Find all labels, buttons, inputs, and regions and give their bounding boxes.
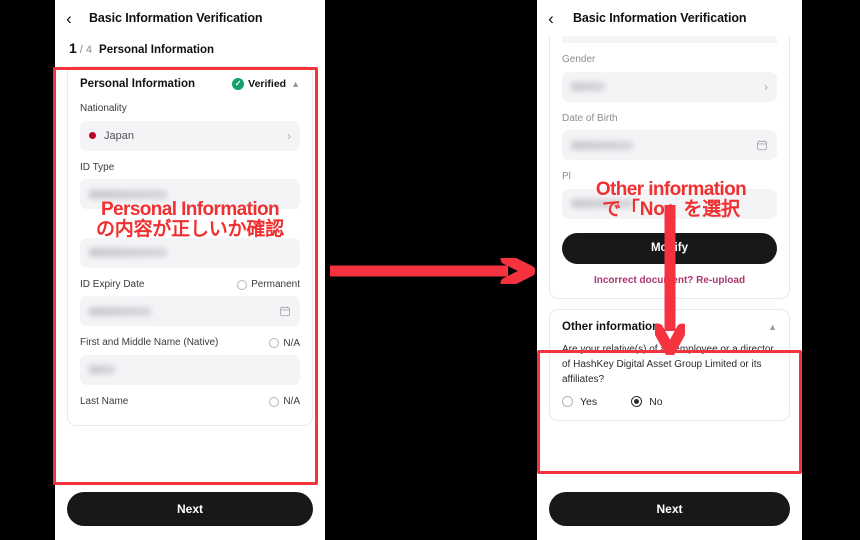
gender-select[interactable]: ›	[562, 71, 777, 102]
left-phone-panel: ‹ Basic Information Verification 1 / 4 P…	[55, 0, 325, 540]
field-label-id-expiry-date: ID Expiry Date	[80, 278, 145, 290]
field-id-type: ID Type	[80, 161, 300, 209]
chevron-left-icon[interactable]: ‹	[55, 10, 83, 27]
check-circle-icon: ✓	[232, 78, 245, 90]
next-button[interactable]: Next	[67, 492, 313, 526]
left-scroll-body[interactable]: Personal Information ✓ Verified ▲ Nation…	[55, 66, 325, 488]
personal-information-card: Personal Information ✓ Verified ▲ Nation…	[67, 66, 313, 426]
field-nationality: Nationality Japan ›	[80, 103, 300, 151]
first-middle-name-native-input[interactable]	[80, 354, 300, 385]
left-step-indicator: 1 / 4 Personal Information	[55, 36, 325, 66]
verified-label: Verified	[248, 78, 287, 90]
field-label-id-type: ID Type	[80, 161, 115, 173]
id-number-input[interactable]	[80, 237, 300, 268]
other-information-header[interactable]: Other information ▲	[562, 321, 777, 333]
gender-value-redacted	[571, 82, 605, 91]
nationality-select[interactable]: Japan ›	[80, 120, 300, 151]
first-middle-name-value-redacted	[89, 365, 115, 374]
other-information-question: Are your relative(s) of an employee or a…	[562, 343, 774, 385]
field-place-of-birth: Pl	[562, 171, 777, 219]
right-scroll-body[interactable]: Gender › Date of Birth Pl Modify Incorre…	[537, 36, 802, 484]
radio-icon-no	[631, 396, 643, 407]
other-information-title: Other information	[562, 320, 660, 333]
radio-icon-permanent	[237, 279, 248, 290]
status-badge: ✓ Verified	[232, 78, 286, 90]
date-of-birth-input[interactable]	[562, 130, 777, 160]
next-button[interactable]: Next	[549, 492, 790, 526]
field-label-date-of-birth: Date of Birth	[562, 112, 618, 124]
personal-information-card-continued: Gender › Date of Birth Pl Modify Incorre…	[549, 36, 790, 299]
right-phone-panel: ‹ Basic Information Verification Gender …	[537, 0, 802, 540]
right-bottom-bar: Next	[537, 484, 802, 540]
field-first-middle-name-native: First and Middle Name (Native) N/A	[80, 337, 300, 385]
field-label-gender: Gender	[562, 54, 596, 65]
date-of-birth-value-redacted	[571, 140, 633, 150]
chevron-up-icon[interactable]: ▲	[291, 79, 300, 89]
radio-option-yes[interactable]: Yes	[562, 396, 597, 408]
right-nav-title: Basic Information Verification	[573, 11, 747, 25]
chevron-left-icon[interactable]: ‹	[537, 10, 565, 27]
left-nav-title: Basic Information Verification	[89, 11, 263, 25]
radio-label-no: No	[649, 395, 663, 408]
id-type-value-redacted	[89, 189, 167, 199]
chevron-right-icon: ›	[764, 79, 768, 94]
step-current: 1	[69, 40, 77, 56]
permanent-label: Permanent	[251, 279, 300, 291]
field-id-expiry-date: ID Expiry Date Permanent	[80, 278, 300, 326]
field-last-name: Last Name N/A	[80, 396, 300, 409]
step-total: / 4	[79, 44, 93, 56]
personal-information-card-header[interactable]: Personal Information ✓ Verified ▲	[80, 78, 300, 90]
calendar-icon[interactable]	[279, 305, 291, 317]
field-date-of-birth: Date of Birth	[562, 112, 777, 160]
place-of-birth-value-redacted	[571, 199, 633, 208]
field-label-first-middle-name-native: First and Middle Name (Native)	[80, 337, 219, 348]
na-label-last-name: N/A	[283, 396, 300, 408]
nationality-value: Japan	[104, 129, 134, 142]
right-arrow-icon	[330, 258, 535, 284]
radio-label-yes: Yes	[580, 395, 598, 408]
field-label-id-number	[80, 220, 83, 233]
chevron-right-icon: ›	[287, 128, 291, 143]
field-label-place-of-birth: Pl	[562, 171, 571, 182]
permanent-radio-option[interactable]: Permanent	[237, 279, 300, 290]
left-navbar: ‹ Basic Information Verification	[55, 0, 325, 36]
field-label-nationality: Nationality	[80, 103, 127, 114]
field-scrolled-partial	[562, 36, 777, 43]
field-label-last-name: Last Name	[80, 395, 129, 407]
other-information-card: Other information ▲ Are your relative(s)…	[549, 308, 790, 421]
id-type-select[interactable]	[80, 179, 300, 209]
card-title: Personal Information	[80, 78, 196, 90]
radio-icon-na-last-name	[269, 396, 280, 407]
na-radio-option-first-middle[interactable]: N/A	[269, 338, 300, 349]
radio-option-no[interactable]: No	[631, 395, 663, 408]
other-information-options: Yes No	[562, 396, 777, 408]
right-navbar: ‹ Basic Information Verification	[537, 0, 802, 36]
screenshot-stage: ‹ Basic Information Verification 1 / 4 P…	[0, 0, 860, 540]
field-id-number	[80, 220, 300, 268]
modify-button[interactable]: Modify	[562, 232, 777, 264]
na-label-first-middle: N/A	[283, 337, 300, 349]
radio-icon-na-first-middle	[269, 338, 280, 349]
radio-icon-yes	[562, 396, 573, 407]
id-number-value-redacted	[89, 248, 167, 257]
chevron-up-icon[interactable]: ▲	[768, 322, 777, 332]
japan-flag-icon	[89, 132, 96, 139]
left-bottom-bar: Next	[55, 484, 325, 540]
reupload-link[interactable]: Incorrect document? Re-upload	[562, 275, 777, 286]
id-expiry-date-input[interactable]	[80, 296, 300, 326]
calendar-icon[interactable]	[756, 139, 768, 151]
field-gender: Gender ›	[562, 54, 777, 102]
place-of-birth-input[interactable]	[562, 188, 777, 219]
scrolled-partial-input[interactable]	[562, 36, 777, 43]
id-expiry-date-value-redacted	[89, 306, 151, 316]
step-name: Personal Information	[99, 44, 215, 56]
na-radio-option-last-name[interactable]: N/A	[269, 396, 300, 407]
